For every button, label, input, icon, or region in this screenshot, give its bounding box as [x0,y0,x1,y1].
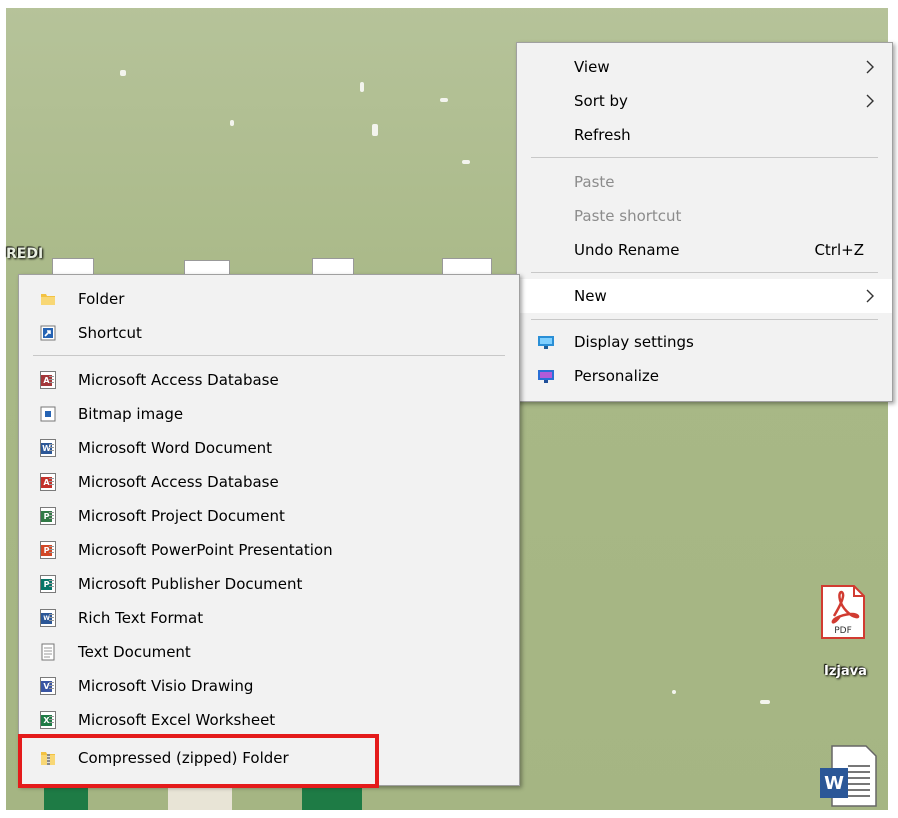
desktop-icon-label: Izjava [824,664,867,679]
menu-item-label: Sort by [574,92,628,110]
chevron-right-icon [866,94,874,108]
wallpaper-spot [230,120,234,126]
submenu-item-powerpoint-presentation[interactable]: P Microsoft PowerPoint Presentation [19,533,519,567]
menu-item-label: Refresh [574,126,631,144]
access-database-icon: A [40,473,56,491]
menu-item-personalize[interactable]: Personalize [517,359,892,393]
menu-item-display-settings[interactable]: Display settings [517,325,892,359]
personalize-icon [538,370,554,383]
submenu-item-label: Microsoft Publisher Document [78,575,303,593]
menu-separator [33,355,505,356]
menu-item-view[interactable]: View [517,50,892,84]
chevron-right-icon [866,60,874,74]
desktop-icon-label-partial: REDI [6,246,44,262]
menu-item-label: Paste shortcut [574,207,682,225]
menu-item-label: Display settings [574,333,694,351]
text-document-icon [41,643,55,661]
submenu-item-text-document[interactable]: Text Document [19,635,519,669]
menu-item-paste[interactable]: Paste [517,165,892,199]
menu-separator [531,319,878,320]
pdf-badge-text: PDF [834,626,852,636]
new-submenu: Folder Shortcut A Microsoft Access Datab… [18,274,520,786]
submenu-item-label: Microsoft Access Database [78,371,279,389]
menu-item-label: Paste [574,173,615,191]
wallpaper-spot [372,124,378,136]
word-document-icon: W [40,439,56,457]
bitmap-image-icon [40,406,56,422]
wallpaper-spot [462,160,470,164]
menu-item-sort-by[interactable]: Sort by [517,84,892,118]
project-document-icon: P [40,507,56,525]
excel-worksheet-icon: X [40,711,56,729]
wallpaper-spot [440,98,448,102]
submenu-item-rich-text-format[interactable]: W Rich Text Format [19,601,519,635]
word-badge-text: W [824,773,844,794]
highlight-annotation-box [18,734,379,788]
submenu-item-excel-worksheet[interactable]: X Microsoft Excel Worksheet [19,703,519,737]
wallpaper-spot [672,690,676,694]
submenu-item-label: Folder [78,290,125,308]
submenu-item-label: Microsoft Visio Drawing [78,677,254,695]
menu-item-label: Personalize [574,367,660,385]
visio-drawing-icon: V [40,677,56,695]
submenu-item-bitmap-image[interactable]: Bitmap image [19,397,519,431]
folder-icon [41,294,55,305]
menu-separator [531,157,878,158]
shortcut-icon [40,325,56,341]
submenu-item-label: Microsoft Excel Worksheet [78,711,276,729]
submenu-item-visio-drawing[interactable]: V Microsoft Visio Drawing [19,669,519,703]
desktop-context-menu: View Sort by Refresh Paste Paste shortcu… [516,42,893,402]
menu-item-label: New [574,287,607,305]
desktop-excel-icon[interactable] [302,788,362,810]
menu-item-paste-shortcut[interactable]: Paste shortcut [517,199,892,233]
submenu-item-label: Microsoft Word Document [78,439,273,457]
menu-item-accelerator: Ctrl+Z [814,241,864,259]
submenu-item-access-database[interactable]: A Microsoft Access Database [19,465,519,499]
menu-separator [531,272,878,273]
menu-item-refresh[interactable]: Refresh [517,118,892,152]
rich-text-format-icon: W [40,609,56,627]
submenu-item-project-document[interactable]: P Microsoft Project Document [19,499,519,533]
menu-item-label: Undo Rename [574,241,680,259]
screenshot-border [0,0,898,8]
powerpoint-presentation-icon: P [40,541,56,559]
desktop-file-icon[interactable] [168,788,232,810]
screenshot-border [0,0,6,818]
desktop-icon-izjava[interactable]: PDF [820,584,866,640]
submenu-item-label: Microsoft PowerPoint Presentation [78,541,333,559]
submenu-item-shortcut[interactable]: Shortcut [19,316,519,350]
wallpaper-spot [360,82,364,92]
publisher-document-icon: P [40,575,56,593]
submenu-item-label: Text Document [78,643,191,661]
submenu-item-access-database[interactable]: A Microsoft Access Database [19,363,519,397]
access-database-icon: A [40,371,56,389]
submenu-item-label: Microsoft Project Document [78,507,285,525]
wallpaper-spot [760,700,770,704]
menu-item-undo-rename[interactable]: Undo Rename Ctrl+Z [517,233,892,267]
menu-item-label: View [574,58,610,76]
wallpaper-spot [120,70,126,76]
submenu-item-label: Shortcut [78,324,142,342]
desktop-excel-icon[interactable] [44,788,88,810]
screenshot-border [0,810,898,818]
desktop-word-document-icon[interactable]: W [818,744,878,808]
submenu-item-word-document[interactable]: W Microsoft Word Document [19,431,519,465]
chevron-right-icon [866,289,874,303]
submenu-item-publisher-document[interactable]: P Microsoft Publisher Document [19,567,519,601]
submenu-item-label: Microsoft Access Database [78,473,279,491]
submenu-item-folder[interactable]: Folder [19,282,519,316]
menu-item-new[interactable]: New [517,279,892,313]
submenu-item-label: Bitmap image [78,405,184,423]
submenu-item-label: Rich Text Format [78,609,204,627]
display-settings-icon [538,336,554,349]
